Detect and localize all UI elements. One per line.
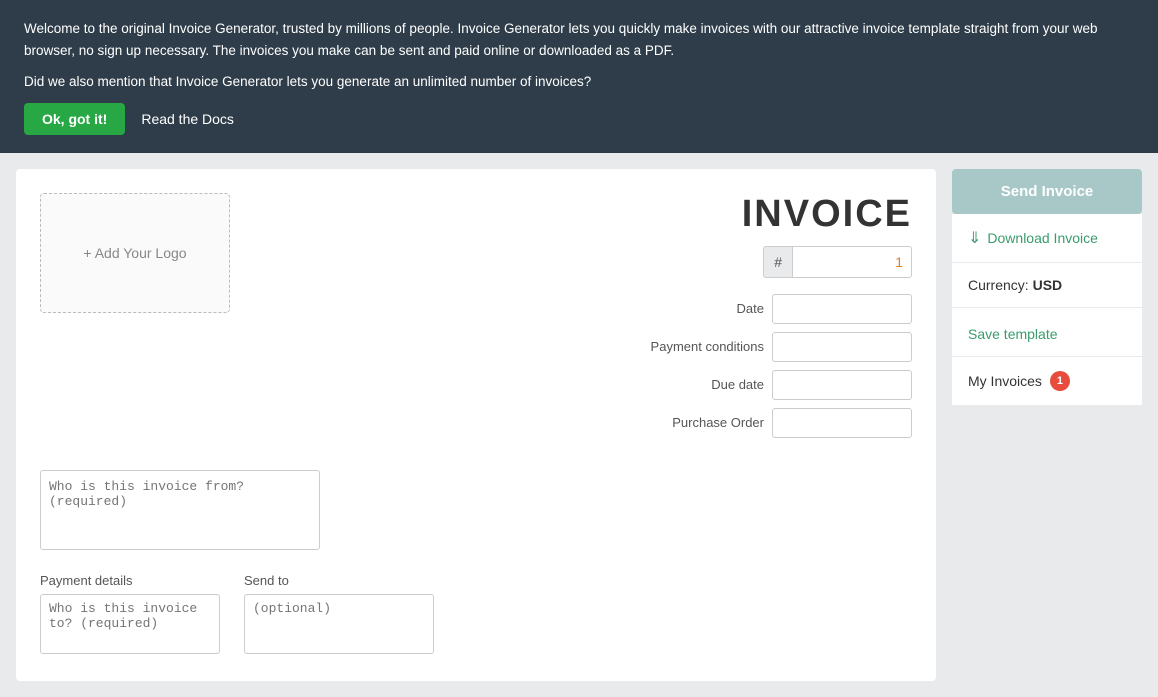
- banner-line1: Welcome to the original Invoice Generato…: [24, 18, 1134, 61]
- send-to-textarea[interactable]: [244, 594, 434, 654]
- logo-placeholder[interactable]: + Add Your Logo: [40, 193, 230, 313]
- read-docs-link[interactable]: Read the Docs: [141, 108, 234, 130]
- save-template-item: Save template: [952, 308, 1142, 357]
- save-template-button[interactable]: Save template: [968, 326, 1058, 342]
- invoice-hash-symbol: #: [763, 246, 792, 278]
- date-label: Date: [634, 301, 764, 316]
- my-invoices-item: My Invoices 1: [952, 357, 1142, 406]
- due-date-input[interactable]: [772, 370, 912, 400]
- banner: Welcome to the original Invoice Generato…: [0, 0, 1158, 153]
- payment-conditions-input[interactable]: [772, 332, 912, 362]
- currency-item: Currency: USD: [952, 263, 1142, 308]
- download-invoice-item: ⇓ Download Invoice: [952, 214, 1142, 263]
- invoice-card: + Add Your Logo INVOICE # Date Payment c…: [16, 169, 936, 681]
- from-textarea[interactable]: [40, 470, 320, 550]
- banner-line2: Did we also mention that Invoice Generat…: [24, 71, 1134, 93]
- invoice-title: INVOICE: [742, 193, 912, 236]
- payment-details-textarea[interactable]: [40, 594, 220, 654]
- purchase-order-input[interactable]: [772, 408, 912, 438]
- due-date-label: Due date: [634, 377, 764, 392]
- currency-label: Currency: USD: [968, 277, 1062, 293]
- currency-value: USD: [1033, 277, 1063, 293]
- send-to-label: Send to: [244, 573, 434, 588]
- my-invoices-label: My Invoices: [968, 373, 1042, 389]
- download-icon: ⇓: [968, 228, 981, 248]
- my-invoices-badge: 1: [1050, 371, 1070, 391]
- payment-conditions-label: Payment conditions: [634, 339, 764, 354]
- purchase-order-label: Purchase Order: [634, 415, 764, 430]
- invoice-number-input[interactable]: [792, 246, 912, 278]
- send-invoice-button[interactable]: Send Invoice: [952, 169, 1142, 214]
- download-invoice-button[interactable]: ⇓ Download Invoice: [968, 228, 1098, 248]
- date-input[interactable]: [772, 294, 912, 324]
- payment-details-label: Payment details: [40, 573, 220, 588]
- sidebar: Send Invoice ⇓ Download Invoice Currency…: [952, 169, 1142, 406]
- ok-button[interactable]: Ok, got it!: [24, 103, 125, 135]
- download-invoice-label: Download Invoice: [987, 230, 1098, 246]
